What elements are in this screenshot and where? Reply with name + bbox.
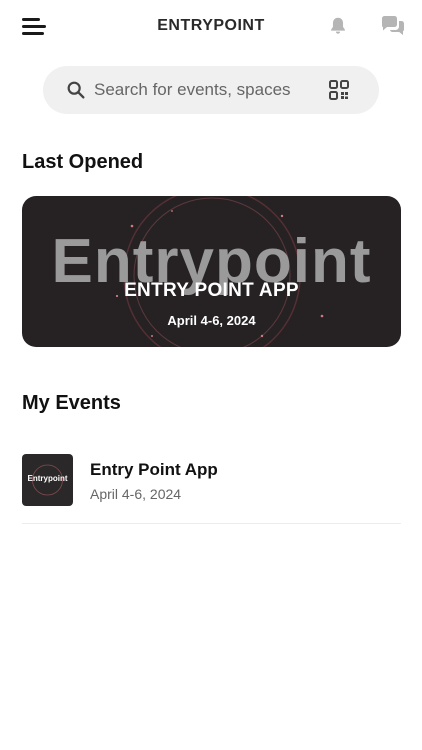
my-events-heading: My Events bbox=[22, 392, 121, 414]
event-thumbnail-label: Entrypoint bbox=[27, 474, 68, 483]
search-bar[interactable] bbox=[43, 66, 379, 114]
event-thumbnail: Entrypoint bbox=[22, 454, 73, 506]
qr-code-icon[interactable] bbox=[329, 80, 349, 100]
list-item[interactable]: Entrypoint Entry Point App April 4-6, 20… bbox=[22, 454, 401, 524]
event-name: Entry Point App bbox=[90, 460, 218, 479]
top-header: ENTRYPOINT bbox=[0, 0, 422, 54]
last-opened-event-card[interactable]: Entrypoint ENTRY POINT APP April 4-6, 20… bbox=[22, 196, 401, 347]
chat-bubbles-icon[interactable] bbox=[380, 15, 406, 37]
search-icon bbox=[65, 79, 87, 101]
bell-icon[interactable] bbox=[327, 15, 349, 37]
search-input[interactable] bbox=[94, 78, 314, 102]
banner-event-title: ENTRY POINT APP bbox=[124, 280, 299, 301]
last-opened-heading: Last Opened bbox=[22, 151, 144, 173]
app-title: ENTRYPOINT bbox=[157, 17, 265, 34]
event-date: April 4-6, 2024 bbox=[90, 486, 182, 502]
banner-event-date: April 4-6, 2024 bbox=[167, 313, 256, 328]
